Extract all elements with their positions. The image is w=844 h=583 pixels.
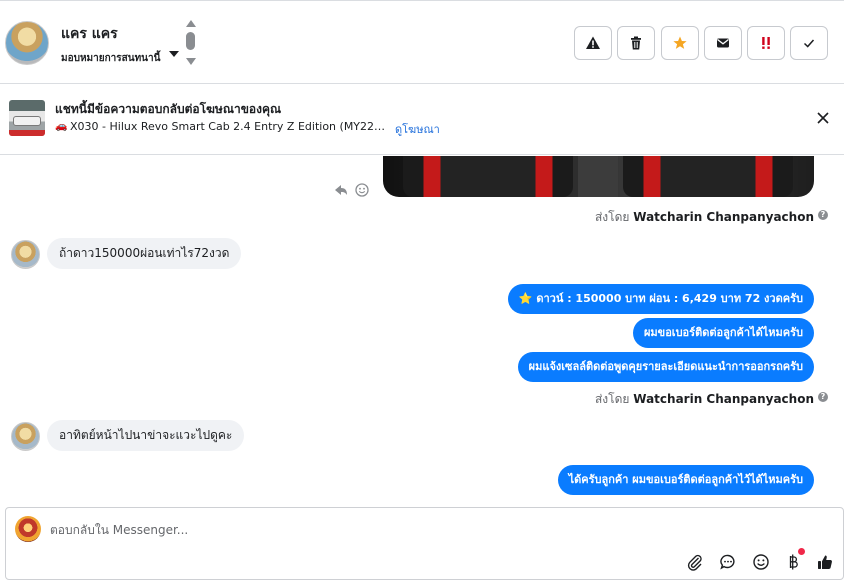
spam-button[interactable] bbox=[574, 26, 612, 60]
stepper-thumb[interactable] bbox=[186, 32, 195, 50]
attach-button[interactable] bbox=[685, 552, 705, 572]
exclamation-icon bbox=[762, 37, 770, 49]
assign-dropdown-icon[interactable] bbox=[169, 51, 179, 57]
message-tools bbox=[335, 183, 369, 197]
sender-name: Watcharin Chanpanyachon bbox=[633, 210, 814, 224]
emoji-icon bbox=[753, 554, 769, 570]
like-button[interactable] bbox=[815, 552, 835, 572]
star-button[interactable] bbox=[661, 26, 699, 60]
contact-avatar[interactable] bbox=[5, 21, 49, 65]
sent-by-label: ส่งโดย Watcharin Chanpanyachon bbox=[594, 210, 814, 224]
baht-icon bbox=[789, 554, 798, 570]
customer-avatar[interactable] bbox=[11, 422, 40, 451]
reply-input[interactable] bbox=[50, 521, 650, 539]
reply-icon[interactable] bbox=[335, 185, 347, 195]
assign-conversation-label[interactable]: มอบหมายการสนทนานี้ bbox=[61, 51, 160, 66]
messenger-inbox-thread: แคร แคร มอบหมายการสนทนานี้ แชทนี้มีข้อคว… bbox=[0, 0, 844, 583]
incoming-message[interactable]: อาทิตย์หน้าไปนาข่าจะแวะไปดูคะ bbox=[47, 420, 245, 451]
close-icon[interactable] bbox=[814, 109, 832, 127]
warning-icon bbox=[586, 36, 600, 49]
info-icon[interactable]: ? bbox=[818, 210, 828, 220]
paperclip-icon bbox=[687, 554, 702, 571]
ad-reply-banner: แชทนี้มีข้อความตอบกลับต่อโฆษณาของคุณ 🚗 X… bbox=[0, 85, 844, 155]
thumbs-up-icon bbox=[818, 555, 832, 569]
chevron-down-icon[interactable] bbox=[186, 58, 196, 65]
info-icon[interactable]: ? bbox=[818, 392, 828, 402]
envelope-icon bbox=[717, 38, 729, 48]
outgoing-message[interactable]: ผมแจ้งเซลล์ติดต่อพูดคุยรายละเอียดแนะนำกา… bbox=[517, 352, 814, 382]
emoji-button[interactable] bbox=[751, 552, 771, 572]
delete-button[interactable] bbox=[617, 26, 655, 60]
outgoing-message[interactable]: ผมขอเบอร์ติดต่อลูกค้าได้ไหมครับ bbox=[632, 318, 814, 348]
view-ad-link[interactable]: ดูโฆษณา bbox=[395, 120, 440, 138]
sent-by-label: ส่งโดย Watcharin Chanpanyachon bbox=[594, 392, 814, 406]
customer-avatar[interactable] bbox=[11, 240, 40, 269]
react-emoji-icon[interactable] bbox=[355, 183, 369, 197]
ad-thumbnail[interactable] bbox=[9, 100, 45, 136]
conversation-header: แคร แคร มอบหมายการสนทนานี้ bbox=[0, 0, 844, 84]
chat-bubble-icon bbox=[720, 554, 735, 570]
photo-message[interactable] bbox=[383, 156, 814, 197]
done-button[interactable] bbox=[790, 26, 828, 60]
trash-icon bbox=[631, 36, 641, 50]
reply-composer bbox=[5, 507, 844, 580]
notification-dot bbox=[798, 548, 805, 555]
chevron-up-icon[interactable] bbox=[186, 20, 196, 27]
page-avatar bbox=[15, 516, 41, 542]
ad-product-name: X030 - Hilux Revo Smart Cab 2.4 Entry Z … bbox=[70, 120, 386, 133]
follow-up-button[interactable] bbox=[747, 26, 785, 60]
conversation-stepper[interactable] bbox=[184, 20, 198, 68]
incoming-message[interactable]: ถ้าดาว150000ผ่อนเท่าไร72งวด bbox=[47, 238, 242, 269]
star-icon bbox=[673, 36, 687, 49]
sender-name: Watcharin Chanpanyachon bbox=[633, 392, 814, 406]
car-icon: 🚗 bbox=[55, 121, 68, 132]
payment-button[interactable] bbox=[783, 552, 803, 572]
outgoing-message[interactable]: ⭐ ดาวน์ : 150000 บาท ผ่อน : 6,429 บาท 72… bbox=[507, 284, 814, 314]
check-icon bbox=[803, 39, 815, 48]
mark-unread-button[interactable] bbox=[704, 26, 742, 60]
outgoing-message[interactable]: ได้ครับลูกค้า ผมขอเบอร์ติดต่อลูกค้าไว้ได… bbox=[557, 465, 814, 495]
contact-name[interactable]: แคร แคร bbox=[61, 23, 118, 45]
ad-banner-title: แชทนี้มีข้อความตอบกลับต่อโฆษณาของคุณ bbox=[55, 102, 282, 116]
saved-replies-button[interactable] bbox=[718, 552, 738, 572]
